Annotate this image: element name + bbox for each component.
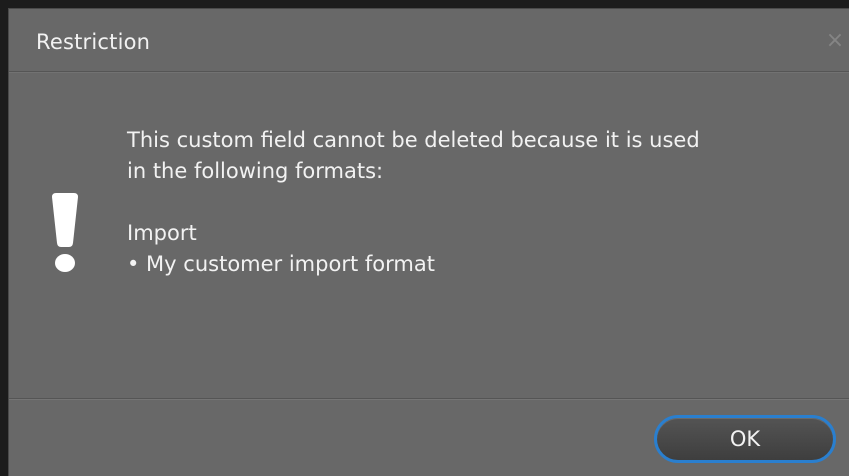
- format-list-item: • My customer import format: [127, 252, 435, 276]
- exclamation-icon: [49, 193, 81, 273]
- footer-divider: [9, 398, 849, 399]
- format-group-heading: Import: [127, 221, 197, 245]
- ok-button[interactable]: OK: [654, 415, 836, 463]
- dialog-titlebar: Restriction ×: [9, 9, 849, 72]
- dialog-title: Restriction: [36, 30, 151, 54]
- message-line: in the following formats:: [127, 159, 384, 183]
- close-icon[interactable]: ×: [825, 30, 845, 52]
- message-line: This custom field cannot be deleted beca…: [127, 128, 700, 152]
- restriction-dialog: Restriction × This custom field cannot b…: [8, 8, 849, 476]
- dialog-message: This custom field cannot be deleted beca…: [127, 125, 827, 280]
